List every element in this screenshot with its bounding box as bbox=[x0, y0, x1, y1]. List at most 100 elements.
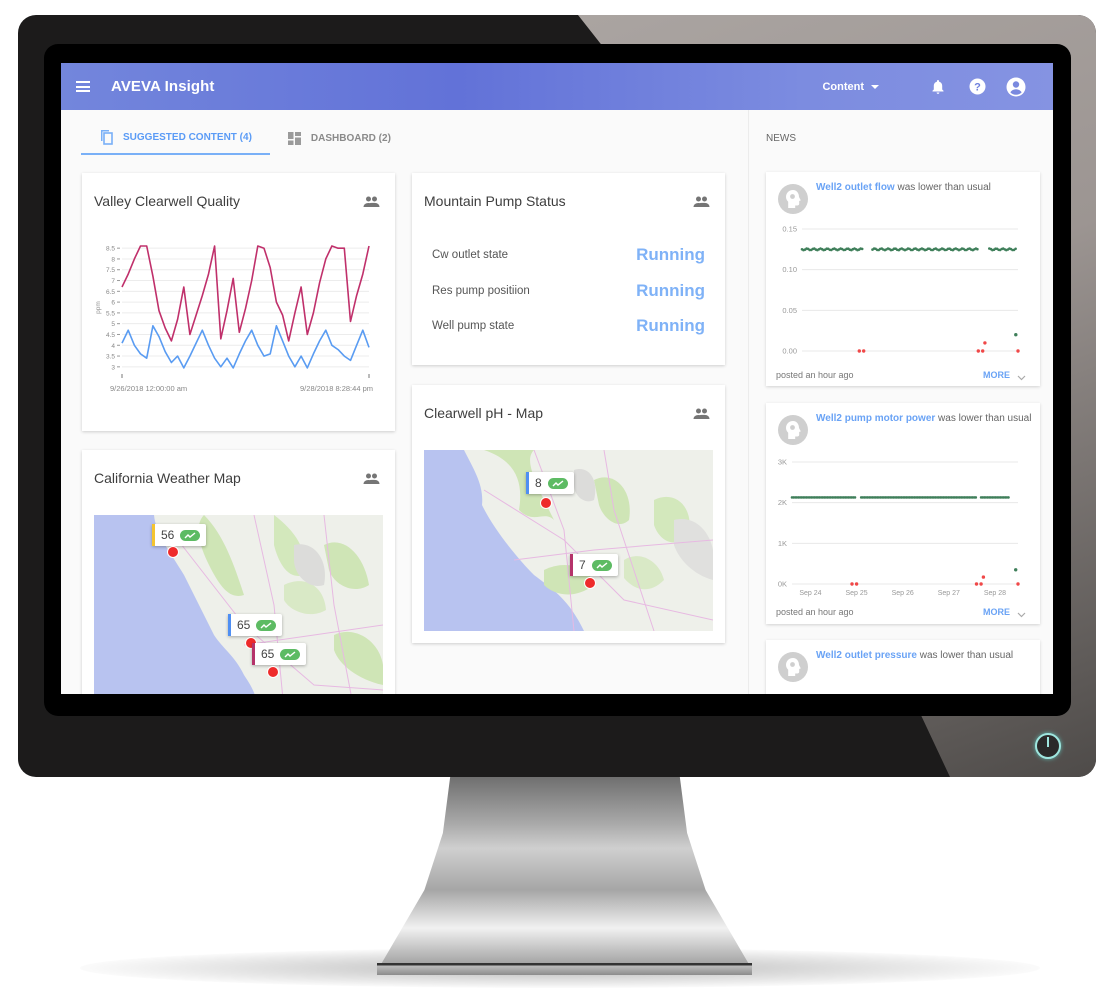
svg-text:?: ? bbox=[974, 82, 981, 94]
data-point-anomaly bbox=[974, 582, 979, 586]
data-point-normal bbox=[976, 247, 979, 251]
content-dropdown-label: Content bbox=[822, 80, 864, 93]
card-valley-clearwell-quality[interactable]: Valley Clearwell Quality 3 3.5 4 4.5 5 5.5 6 6.… bbox=[82, 173, 395, 431]
news-heading: NEWS bbox=[766, 133, 796, 144]
card-clearwell-ph-map[interactable]: Clearwell pH - Map 8 7 bbox=[412, 385, 725, 643]
map-view[interactable]: 8 7 bbox=[424, 450, 713, 631]
menu-icon[interactable] bbox=[76, 81, 90, 92]
status-row-cw-outlet: Cw outlet state Running bbox=[432, 245, 705, 265]
data-point-anomaly bbox=[979, 582, 983, 586]
card-mountain-pump-status[interactable]: Mountain Pump Status Cw outlet state Run… bbox=[412, 173, 725, 365]
trending-up-icon bbox=[280, 648, 301, 660]
series-line-series-1 bbox=[121, 245, 370, 342]
marker-value: 7 bbox=[579, 558, 586, 572]
map-marker[interactable]: 65 bbox=[228, 614, 283, 636]
news-item[interactable]: Well2 outlet flow was lower than usual 0… bbox=[766, 172, 1040, 386]
more-button[interactable]: MORE bbox=[983, 607, 1010, 617]
people-icon[interactable] bbox=[363, 194, 380, 212]
more-button[interactable]: MORE bbox=[983, 370, 1010, 380]
valley-line-chart: 3 3.5 4 4.5 5 5.5 6 6.5 7 7.5 8 8.5 ppm 9/26/2018 12:… bbox=[95, 245, 373, 393]
marker-color-bar bbox=[526, 472, 529, 494]
map-marker[interactable]: 8 bbox=[526, 472, 574, 494]
data-point-anomaly bbox=[981, 349, 985, 353]
status-label: Res pump positiion bbox=[432, 285, 530, 297]
map-marker[interactable]: 56 bbox=[152, 524, 207, 546]
y-tick-label: 5.5 bbox=[106, 310, 115, 317]
y-tick-label: 0K bbox=[778, 580, 787, 589]
data-point-anomaly bbox=[862, 349, 866, 353]
monitor-mockup: AVEVA Insight Content ? SUGGESTED CONTEN… bbox=[0, 0, 1117, 1004]
map-marker[interactable]: 7 bbox=[570, 554, 618, 576]
map-pin[interactable] bbox=[168, 547, 178, 557]
y-tick-label: 4 bbox=[111, 343, 115, 350]
status-value: Running bbox=[636, 316, 705, 335]
map-pin[interactable] bbox=[541, 498, 551, 508]
monitor-base bbox=[377, 963, 752, 975]
news-item[interactable]: Well2 outlet pressure was lower than usu… bbox=[766, 640, 1040, 694]
people-icon[interactable] bbox=[363, 471, 380, 489]
tab-suggested-content-label: SUGGESTED CONTENT (4) bbox=[123, 131, 252, 143]
data-point-normal bbox=[853, 496, 857, 499]
tab-dashboard[interactable]: DASHBOARD (2) bbox=[270, 121, 409, 155]
data-point-anomaly bbox=[981, 575, 986, 579]
x-tick-label: Sep 26 bbox=[892, 590, 914, 597]
status-label: Well pump state bbox=[432, 320, 515, 332]
card-california-weather-map[interactable]: California Weather Map 56 65 65 bbox=[82, 450, 395, 694]
trending-up-icon bbox=[547, 477, 568, 489]
news-tag-link[interactable]: Well2 pump motor power bbox=[816, 413, 935, 424]
data-point-anomaly bbox=[976, 349, 980, 353]
chevron-down-icon[interactable] bbox=[1017, 368, 1026, 386]
marker-color-bar bbox=[252, 643, 255, 665]
marker-color-bar bbox=[152, 524, 155, 546]
y-tick-label: 3.5 bbox=[106, 354, 115, 361]
data-point-anomaly bbox=[850, 582, 854, 586]
y-tick-label: 5 bbox=[111, 321, 115, 328]
data-point-anomaly bbox=[1016, 349, 1020, 353]
x-tick-label: Sep 27 bbox=[938, 590, 960, 597]
marker-value: 65 bbox=[237, 618, 251, 632]
map-pin[interactable] bbox=[268, 667, 278, 677]
x-tick-label: 9/28/2018 8:28:44 pm bbox=[300, 384, 373, 393]
well2-pump-motor-power-chart: 0K 1K 2K 3K Sep 24 Sep 25 Sep 26 Sep 27 Sep 28 bbox=[778, 458, 1020, 597]
help-icon[interactable]: ? bbox=[967, 77, 987, 97]
bell-icon[interactable] bbox=[928, 77, 948, 97]
data-point-anomaly bbox=[857, 349, 861, 353]
data-point-normal bbox=[1007, 496, 1010, 499]
news-tag-link[interactable]: Well2 outlet pressure bbox=[816, 650, 917, 661]
marker-value: 65 bbox=[261, 647, 275, 661]
app-screen: AVEVA Insight Content ? SUGGESTED CONTEN… bbox=[61, 63, 1053, 694]
y-tick-label: 0.00 bbox=[782, 347, 797, 356]
y-axis-label: ppm bbox=[95, 301, 102, 314]
y-tick-label: 2K bbox=[778, 498, 787, 507]
y-tick-label: 8.5 bbox=[106, 246, 115, 253]
tab-suggested-content[interactable]: SUGGESTED CONTENT (4) bbox=[81, 121, 270, 155]
y-tick-label: 0.10 bbox=[782, 265, 797, 274]
y-tick-label: 0.05 bbox=[782, 306, 797, 315]
card-title: Mountain Pump Status bbox=[424, 193, 566, 209]
news-item[interactable]: Well2 pump motor power was lower than us… bbox=[766, 403, 1040, 624]
chevron-down-icon[interactable] bbox=[1017, 605, 1026, 623]
news-panel: NEWS Well2 outlet flow was lower than us… bbox=[748, 110, 1053, 694]
map-view[interactable]: 56 65 65 bbox=[94, 515, 383, 694]
insight-avatar-icon bbox=[778, 184, 808, 214]
marker-value: 56 bbox=[161, 528, 175, 542]
power-icon[interactable] bbox=[1035, 733, 1061, 759]
insight-avatar-icon bbox=[778, 652, 808, 682]
y-tick-label: 8 bbox=[111, 256, 115, 263]
posted-time: posted an hour ago bbox=[776, 607, 854, 617]
series-line-series-2 bbox=[121, 325, 370, 369]
marker-color-bar bbox=[228, 614, 231, 636]
news-tag-link[interactable]: Well2 outlet flow bbox=[816, 182, 895, 193]
people-icon[interactable] bbox=[693, 406, 710, 424]
account-icon[interactable] bbox=[1006, 77, 1026, 97]
content-tabs: SUGGESTED CONTENT (4) DASHBOARD (2) bbox=[81, 121, 409, 155]
news-headline: Well2 pump motor power was lower than us… bbox=[816, 413, 1031, 424]
map-marker[interactable]: 65 bbox=[252, 643, 307, 665]
content-dropdown[interactable]: Content bbox=[822, 81, 879, 93]
data-point-anomaly bbox=[854, 582, 859, 586]
map-pin[interactable] bbox=[585, 578, 595, 588]
x-tick-label: Sep 24 bbox=[799, 590, 821, 597]
people-icon[interactable] bbox=[693, 194, 710, 212]
copy-icon bbox=[99, 129, 113, 145]
news-headline-text: was lower than usual bbox=[894, 182, 991, 193]
